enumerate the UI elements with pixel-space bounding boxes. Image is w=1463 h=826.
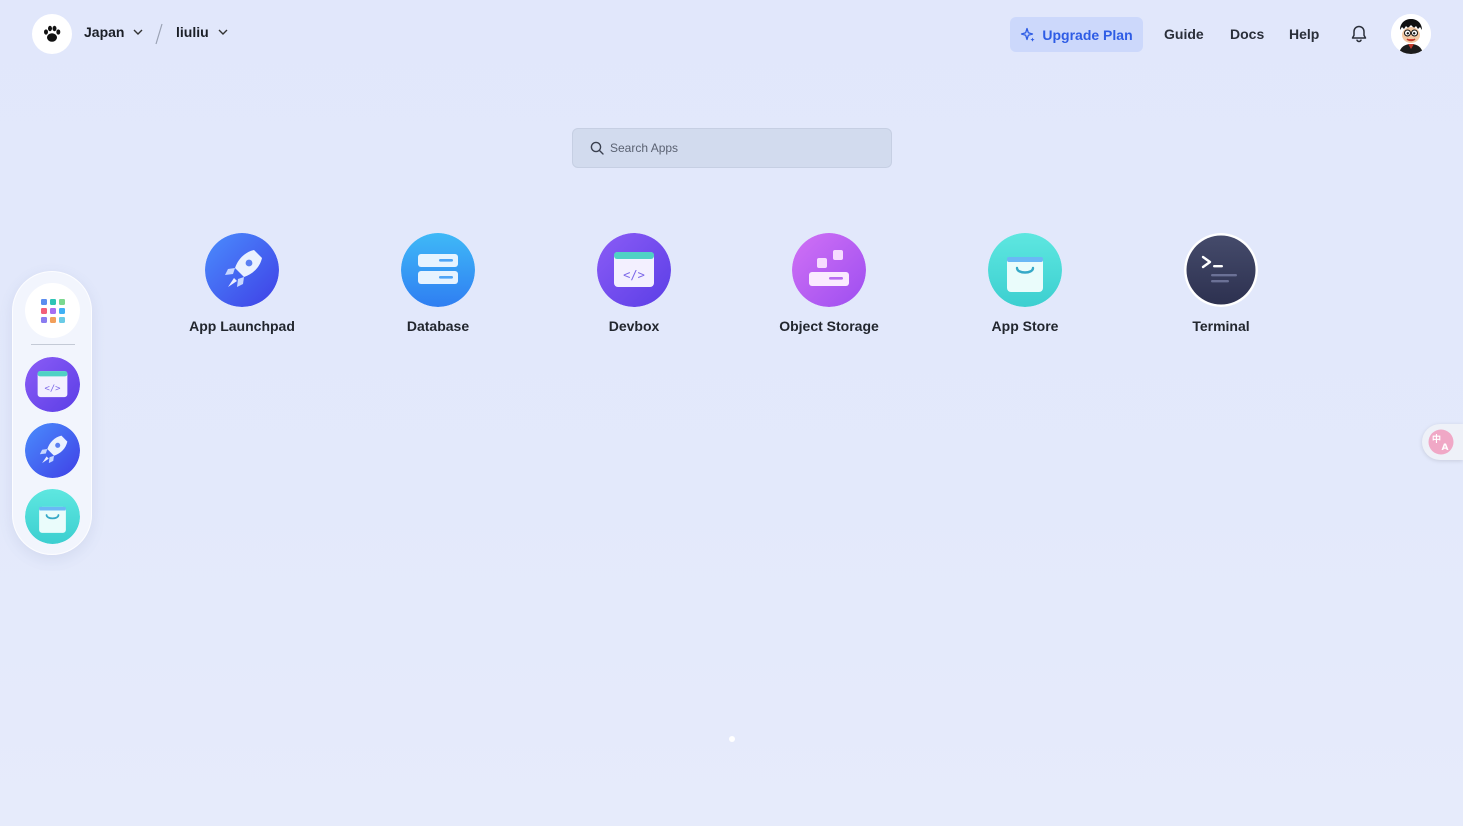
app-label: App Launchpad [189,318,295,334]
chevron-down-icon [218,29,228,35]
region-label: Japan [84,24,125,40]
search-input[interactable] [610,141,870,155]
app-store[interactable]: App Store [950,233,1100,334]
paw-logo-icon[interactable] [32,14,72,54]
code-window-icon[interactable]: </> [25,357,80,412]
code-window-icon: </> [597,233,671,307]
workspace-selector[interactable]: liuliu [176,24,229,40]
region-selector[interactable]: Japan [84,24,144,40]
breadcrumb-separator [155,23,163,45]
rocket-icon [205,233,279,307]
cartoon-avatar-icon [1391,14,1431,54]
svg-text:中: 中 [1432,433,1441,445]
search-box[interactable] [572,128,892,168]
desktop: Japan liuliu Upgrade Plan Guide Docs Hel… [0,0,1463,826]
translate-icon: 中 A [1428,429,1454,455]
app-database[interactable]: Database [363,233,513,334]
sparkle-icon [1021,27,1035,42]
search-icon [590,141,604,155]
translate-widget[interactable]: 中 A [1422,424,1463,460]
chevron-down-icon [133,29,143,35]
terminal-icon [1184,233,1258,307]
app-label: App Store [991,318,1059,334]
shopping-bag-icon [988,233,1062,307]
apps-grid-icon[interactable] [25,283,80,338]
upgrade-plan-label: Upgrade Plan [1042,26,1133,43]
shopping-bag-icon[interactable] [25,489,80,544]
svg-text:</>: </> [44,384,60,394]
notification-bell-icon[interactable] [1349,24,1369,44]
guide-link[interactable]: Guide [1164,26,1204,42]
app-object-storage[interactable]: Object Storage [754,233,904,334]
app-label: Terminal [1192,318,1250,334]
page-indicator-dot[interactable] [729,736,735,742]
svg-text:A: A [1442,443,1449,453]
storage-blocks-icon [792,233,866,307]
app-devbox[interactable]: </> Devbox [559,233,709,334]
app-launchpad[interactable]: App Launchpad [167,233,317,334]
workspace-label: liuliu [176,24,209,40]
app-label: Object Storage [779,318,879,334]
upgrade-plan-button[interactable]: Upgrade Plan [1010,17,1143,52]
user-avatar[interactable] [1391,14,1431,54]
app-terminal[interactable]: Terminal [1146,233,1296,334]
app-label: Database [406,318,470,334]
svg-text:</>: </> [623,268,645,282]
rocket-icon[interactable] [25,423,80,478]
help-link[interactable]: Help [1289,26,1319,42]
docs-link[interactable]: Docs [1230,26,1264,42]
app-dock: </> [12,271,92,555]
database-icon [401,233,475,307]
dock-divider [31,344,75,345]
app-label: Devbox [608,318,660,334]
